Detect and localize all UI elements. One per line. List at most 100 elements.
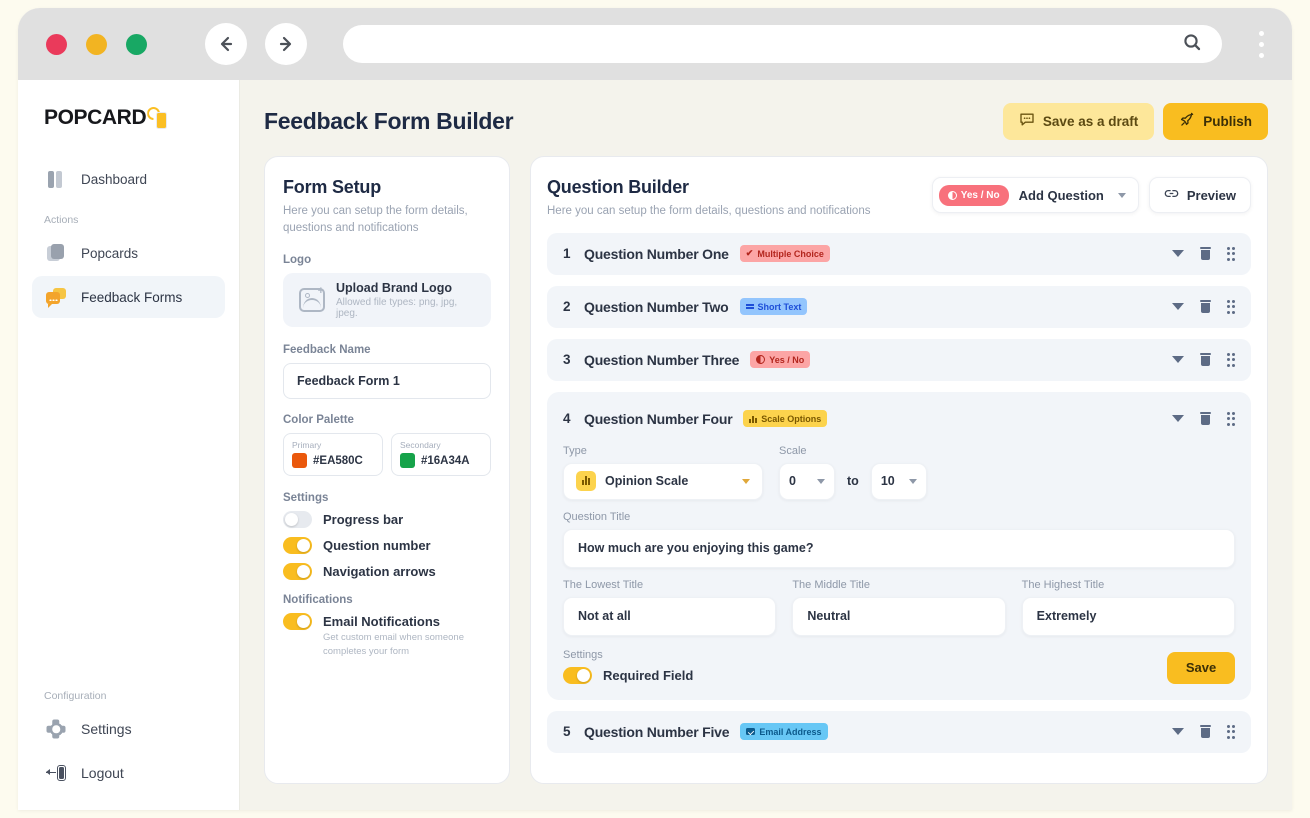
drag-handle-icon[interactable] [1226,299,1235,314]
lines-icon [745,304,754,310]
bar-chart-icon [749,415,758,423]
highest-title-input[interactable] [1021,596,1235,636]
question-row-expanded: 4 Question Number Four Scale Options Typ… [547,391,1251,700]
rocket-icon [1179,112,1195,131]
required-field-toggle[interactable] [563,666,592,684]
sidebar-item-label: Dashboard [81,171,148,187]
question-builder-header: Question Builder Here you can setup the … [547,177,1251,220]
popcard-logo-icon [147,107,168,129]
question-name: Question Number One [584,245,729,262]
preview-button[interactable]: Preview [1148,177,1251,213]
sidebar-group-configuration: Configuration [44,690,107,702]
form-setup-subtitle: Here you can setup the form details, que… [283,205,468,234]
question-type-label: Yes / No [769,354,805,365]
question-row[interactable]: 1 Question Number One ✔ Multiple Choice [547,232,1251,275]
link-icon [1164,186,1179,204]
lowest-title-input[interactable] [563,596,777,636]
caret-down-icon[interactable] [1171,303,1184,311]
question-settings-row: Settings Required Field Save [563,649,1235,684]
sidebar-item-logout[interactable]: Logout [32,752,225,794]
sidebar-item-label: Logout [81,765,124,781]
trash-icon[interactable] [1199,247,1211,261]
page-header: Feedback Form Builder Save as a draft Pu… [264,100,1268,142]
trash-icon[interactable] [1199,412,1211,426]
scale-from-select[interactable]: 0 [779,462,835,500]
arrow-right-icon [276,34,296,54]
upload-hint: Allowed file types: png, jpg, jpeg. [336,297,458,320]
scale-field: Scale 0 to 10 [779,445,927,500]
forward-button[interactable] [265,23,307,65]
upload-title: Upload Brand Logo [336,281,452,296]
back-button[interactable] [205,23,247,65]
caret-down-icon[interactable] [1171,250,1184,258]
highest-title-label: The Highest Title [1021,578,1105,591]
setting-label: Navigation arrows [323,564,436,580]
feedback-name-label: Feedback Name [283,344,371,357]
address-bar[interactable] [343,25,1222,63]
half-circle-icon [947,190,957,200]
sidebar-item-label: Feedback Forms [81,289,183,305]
caret-down-icon[interactable] [1171,728,1184,736]
feedback-name-input[interactable] [283,363,491,400]
drag-handle-icon[interactable] [1226,724,1235,739]
primary-color-picker[interactable]: Primary #EA580C [283,433,383,477]
sidebar-item-settings[interactable]: Settings [32,708,225,750]
settings-label: Settings [283,492,329,505]
browser-chrome [18,8,1292,80]
question-row[interactable]: 2 Question Number Two Short Text [547,285,1251,328]
question-name: Question Number Three [584,351,740,368]
sidebar-item-popcards[interactable]: Popcards [32,232,225,274]
question-row-actions [1171,246,1235,261]
question-row[interactable]: 5 Question Number Five Email Address [547,710,1251,753]
type-field: Type Opinion Scale [563,445,763,500]
drag-handle-icon[interactable] [1226,246,1235,261]
question-number: 3 [563,352,571,368]
main-content: Feedback Form Builder Save as a draft Pu… [240,80,1292,810]
navigation-arrows-toggle[interactable] [283,563,312,581]
publish-button[interactable]: Publish [1163,102,1268,140]
scale-to-select[interactable]: 10 [870,462,927,500]
caret-down-icon[interactable] [1171,415,1184,423]
save-as-draft-button[interactable]: Save as a draft [1002,102,1155,140]
trash-icon[interactable] [1199,353,1211,367]
sidebar-item-label: Popcards [81,245,139,261]
search-icon [1182,32,1202,57]
browser-menu-button[interactable] [1246,30,1276,58]
question-number-toggle[interactable] [283,537,312,555]
drag-handle-icon[interactable] [1226,411,1235,426]
question-list: 1 Question Number One ✔ Multiple Choice [547,232,1251,753]
scale-to-value: 10 [880,474,895,489]
secondary-color-picker[interactable]: Secondary #16A34A [391,433,491,477]
email-notifications-toggle[interactable] [283,613,312,631]
question-builder-actions: Yes / No Add Question Preview [931,177,1251,213]
sidebar-item-feedback-forms[interactable]: Feedback Forms [32,276,225,318]
add-question-dropdown[interactable]: Yes / No Add Question [931,177,1139,213]
save-button[interactable]: Save [1167,651,1235,684]
save-as-draft-label: Save as a draft [1042,113,1139,129]
progress-bar-toggle[interactable] [283,511,312,529]
middle-title-field: The Middle Title [792,579,1006,636]
question-row[interactable]: 3 Question Number Three Yes / No [547,338,1251,381]
question-row-actions [1171,724,1235,739]
drag-handle-icon[interactable] [1226,352,1235,367]
primary-color-swatch [292,453,307,469]
selected-type-label: Yes / No [960,189,1000,201]
sidebar-item-dashboard[interactable]: Dashboard [32,158,225,200]
middle-title-input[interactable] [792,596,1006,636]
app-logo-text: POPCARD [44,106,147,129]
question-title-input[interactable] [563,528,1235,568]
minimize-window-dot[interactable] [86,33,107,55]
trash-icon[interactable] [1199,725,1211,739]
trash-icon[interactable] [1199,300,1211,314]
publish-label: Publish [1203,113,1252,129]
close-window-dot[interactable] [46,33,67,55]
scale-label: Scale [779,444,807,457]
sidebar-bottom: Configuration Settings Logout [32,678,225,796]
question-row-actions [1171,352,1235,367]
secondary-hex: #16A34A [421,454,470,467]
question-type-select[interactable]: Opinion Scale [563,462,763,500]
caret-down-icon[interactable] [1171,356,1184,364]
maximize-window-dot[interactable] [126,33,147,55]
question-row-header[interactable]: 4 Question Number Four Scale Options [563,404,1235,434]
upload-brand-logo-dropzone[interactable]: + Upload Brand Logo Allowed file types: … [283,273,491,328]
